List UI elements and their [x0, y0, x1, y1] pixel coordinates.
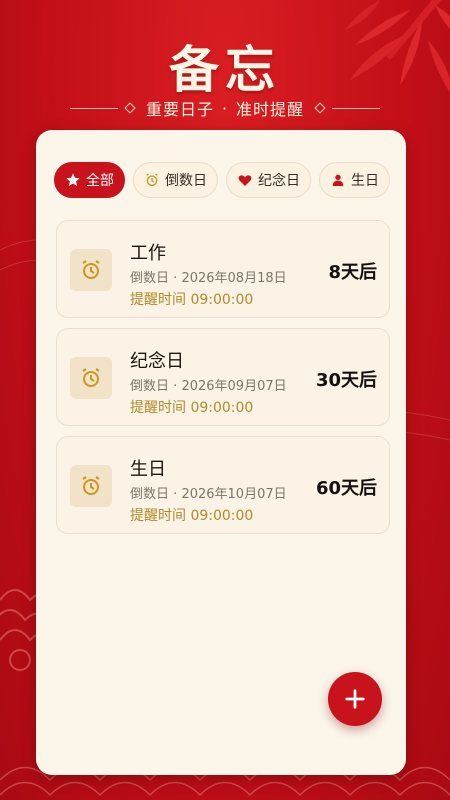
- star-icon: [65, 172, 81, 188]
- filter-birthday[interactable]: 生日: [319, 162, 390, 198]
- remind-label: 提醒时间: [130, 508, 186, 524]
- item-type: 倒数日: [130, 271, 170, 286]
- subtitle-right: 准时提醒: [236, 100, 305, 119]
- reminder-list: 工作 倒数日 · 2026年08月18日 提醒时间 09:00:00 8天后 纪…: [56, 220, 390, 544]
- divider: [69, 107, 118, 109]
- person-icon: [330, 172, 346, 188]
- remind-time: 09:00:00: [190, 508, 254, 524]
- subtitle-left: 重要日子: [145, 100, 214, 119]
- diamond-icon: [314, 102, 326, 114]
- item-subtitle: 倒数日 · 2026年08月18日: [130, 267, 287, 286]
- heart-icon: [237, 172, 253, 188]
- filter-anniversary[interactable]: 纪念日: [226, 162, 311, 198]
- item-remind: 提醒时间 09:00:00: [130, 397, 253, 417]
- subtitle: 重要日子 · 准时提醒: [0, 96, 450, 120]
- remind-label: 提醒时间: [130, 400, 186, 416]
- alarm-clock-icon: [70, 249, 112, 291]
- item-separator: ·: [173, 271, 178, 286]
- filter-label: 纪念日: [258, 173, 300, 189]
- item-type: 倒数日: [130, 379, 170, 394]
- filter-countdown[interactable]: 倒数日: [133, 162, 218, 198]
- item-subtitle: 倒数日 · 2026年10月07日: [130, 483, 287, 502]
- item-separator: ·: [173, 487, 178, 502]
- item-date: 2026年08月18日: [181, 271, 287, 286]
- list-item[interactable]: 工作 倒数日 · 2026年08月18日 提醒时间 09:00:00 8天后: [56, 220, 390, 318]
- remind-time: 09:00:00: [190, 292, 254, 308]
- item-remind: 提醒时间 09:00:00: [130, 289, 253, 309]
- remind-label: 提醒时间: [130, 292, 186, 308]
- filter-tabs: 全部 倒数日 纪念日 生日: [54, 162, 390, 198]
- item-separator: ·: [173, 379, 178, 394]
- add-button[interactable]: [328, 672, 382, 726]
- filter-label: 倒数日: [165, 173, 207, 189]
- item-date: 2026年09月07日: [181, 379, 287, 394]
- main-card: 全部 倒数日 纪念日 生日 工作 倒数日 · 2026年08月18日 提醒时间 …: [36, 130, 406, 775]
- filter-label: 生日: [351, 173, 379, 189]
- item-days-left: 30天后: [315, 370, 377, 391]
- plus-icon: [345, 689, 365, 709]
- item-title: 生日: [130, 459, 166, 480]
- item-title: 工作: [130, 243, 166, 264]
- item-days-left: 8天后: [328, 262, 377, 283]
- subtitle-separator: ·: [221, 98, 229, 118]
- item-type: 倒数日: [130, 487, 170, 502]
- alarm-clock-icon: [70, 465, 112, 507]
- divider: [332, 107, 381, 109]
- item-title: 纪念日: [130, 351, 184, 372]
- item-days-left: 60天后: [315, 478, 377, 499]
- diamond-icon: [124, 102, 136, 114]
- list-item[interactable]: 生日 倒数日 · 2026年10月07日 提醒时间 09:00:00 60天后: [56, 436, 390, 534]
- alarm-clock-icon: [70, 357, 112, 399]
- item-subtitle: 倒数日 · 2026年09月07日: [130, 375, 287, 394]
- alarm-clock-icon: [144, 172, 160, 188]
- page-title: 备忘: [169, 40, 281, 99]
- filter-all[interactable]: 全部: [54, 162, 125, 198]
- filter-label: 全部: [86, 173, 114, 189]
- item-remind: 提醒时间 09:00:00: [130, 505, 253, 525]
- list-item[interactable]: 纪念日 倒数日 · 2026年09月07日 提醒时间 09:00:00 30天后: [56, 328, 390, 426]
- item-date: 2026年10月07日: [181, 487, 287, 502]
- remind-time: 09:00:00: [190, 400, 254, 416]
